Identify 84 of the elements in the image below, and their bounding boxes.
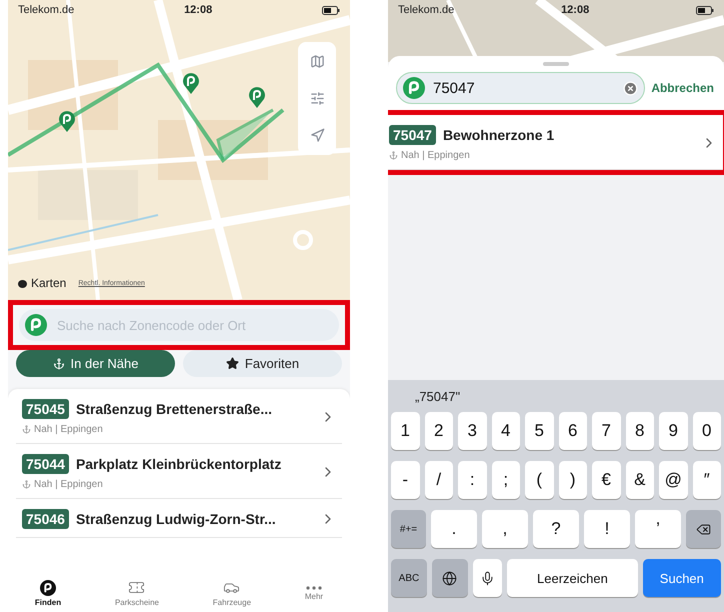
star-icon — [226, 357, 239, 370]
globe-icon — [442, 570, 458, 586]
anchor-icon — [22, 480, 31, 489]
battery-icon — [322, 6, 340, 14]
parking-pin-icon[interactable] — [248, 86, 266, 108]
zone-code: 75044 — [22, 454, 69, 474]
zone-list-item[interactable]: 75046 Straßenzug Ludwig-Zorn-Str... — [16, 499, 342, 538]
keyboard-key[interactable]: € — [592, 461, 620, 499]
tab-bar-item[interactable]: Fahrzeuge — [212, 579, 252, 607]
keyboard-key[interactable]: 6 — [558, 412, 587, 450]
filter-tab[interactable]: Favoriten — [183, 350, 342, 377]
keyboard-key[interactable]: 3 — [458, 412, 486, 450]
zone-meta: Nah | Eppingen — [401, 150, 470, 161]
keyboard-key[interactable] — [686, 510, 721, 548]
anchor-icon — [22, 425, 31, 434]
ticket-icon — [128, 579, 146, 596]
anchor-icon — [52, 358, 65, 370]
logo-icon — [40, 580, 56, 596]
backspace-icon — [696, 522, 712, 536]
keyboard-key[interactable]: ! — [584, 510, 630, 548]
keyboard-key[interactable] — [432, 559, 468, 597]
search-input[interactable]: 75047 — [431, 78, 618, 98]
tab-bar-item[interactable]: Parkscheine — [114, 579, 159, 607]
zone-name: Straßenzug Ludwig-Zorn-Str... — [76, 511, 276, 527]
settings-icon[interactable] — [310, 91, 324, 106]
carrier-name: Telekom.de — [398, 4, 454, 16]
keyboard-key[interactable]: 4 — [492, 412, 520, 450]
app-logo-icon — [403, 77, 425, 99]
keyboard-key[interactable]: 9 — [659, 412, 688, 450]
zone-name: Parkplatz Kleinbrückentorplatz — [76, 456, 282, 472]
keyboard-key[interactable]: ; — [492, 461, 520, 499]
clock-time: 12:08 — [184, 4, 212, 16]
app-logo-icon — [25, 314, 47, 336]
tab-bar-item[interactable]: Mehr — [304, 586, 324, 600]
zone-name: Straßenzug Brettenerstraße... — [76, 401, 272, 417]
location-arrow-icon[interactable] — [310, 128, 324, 143]
keyboard-key[interactable]: / — [424, 461, 453, 499]
search-field[interactable]: 75047 — [396, 72, 646, 104]
keyboard-key[interactable]: 8 — [626, 412, 654, 450]
parking-pin-icon[interactable] — [58, 110, 76, 132]
keyboard-key[interactable]: 1 — [391, 412, 420, 450]
clear-icon[interactable] — [623, 80, 638, 96]
keyboard-key[interactable]: ″ — [692, 461, 721, 499]
keyboard-key[interactable]: , — [482, 510, 528, 548]
keyboard-key[interactable]: 2 — [424, 412, 453, 450]
keyboard-key[interactable]: #+= — [391, 510, 426, 548]
zone-list-item[interactable]: 75044 Parkplatz Kleinbrückentorplatz Nah | Eppingen — [16, 444, 342, 499]
zone-name: Bewohnerzone 1 — [442, 127, 554, 143]
map-brand: Karten — [31, 276, 66, 290]
keyboard-suggestion[interactable]: „75047" — [415, 388, 460, 404]
more-icon — [306, 586, 322, 590]
keyboard-key[interactable]: ) — [558, 461, 587, 499]
anchor-icon — [389, 151, 398, 160]
keyboard-key[interactable]: - — [391, 461, 420, 499]
logo-icon — [18, 278, 27, 288]
microphone-icon — [480, 570, 495, 586]
filter-tab[interactable]: In der Nähe — [16, 350, 175, 377]
parking-pin-icon[interactable] — [182, 72, 200, 94]
zone-code: 75047 — [389, 125, 436, 145]
zone-meta: Nah | Eppingen — [34, 424, 103, 435]
keyboard-key[interactable]: . — [430, 510, 477, 548]
zone-meta: Nah | Eppingen — [34, 479, 103, 490]
clock-time: 12:08 — [561, 4, 590, 16]
battery-icon — [696, 6, 714, 14]
tab-bar-item[interactable]: Finden — [34, 580, 62, 606]
zone-code: 75046 — [22, 509, 69, 529]
keyboard-key[interactable]: : — [458, 461, 486, 499]
keyboard-key[interactable]: Suchen — [642, 559, 721, 597]
keyboard-key[interactable]: & — [626, 461, 654, 499]
keyboard-key[interactable] — [472, 559, 502, 597]
keyboard-key[interactable]: 0 — [692, 412, 721, 450]
keyboard-key[interactable]: ABC — [391, 559, 427, 597]
carrier-name: Telekom.de — [18, 4, 74, 16]
keyboard-key[interactable]: ’ — [635, 510, 682, 548]
keyboard-key[interactable]: 7 — [592, 412, 620, 450]
cancel-button[interactable]: Abbrechen — [651, 81, 714, 95]
zone-list-item[interactable]: 75045 Straßenzug Brettenerstraße... Nah | Eppingen — [16, 389, 342, 444]
map-icon[interactable] — [310, 54, 324, 69]
keyboard-key[interactable]: ? — [532, 510, 580, 548]
keyboard-key[interactable]: 5 — [525, 412, 554, 450]
keyboard-key[interactable]: ( — [525, 461, 554, 499]
zone-code: 75045 — [22, 399, 69, 419]
keyboard-key[interactable]: Leerzeichen — [507, 559, 638, 597]
keyboard-key[interactable]: @ — [659, 461, 688, 499]
